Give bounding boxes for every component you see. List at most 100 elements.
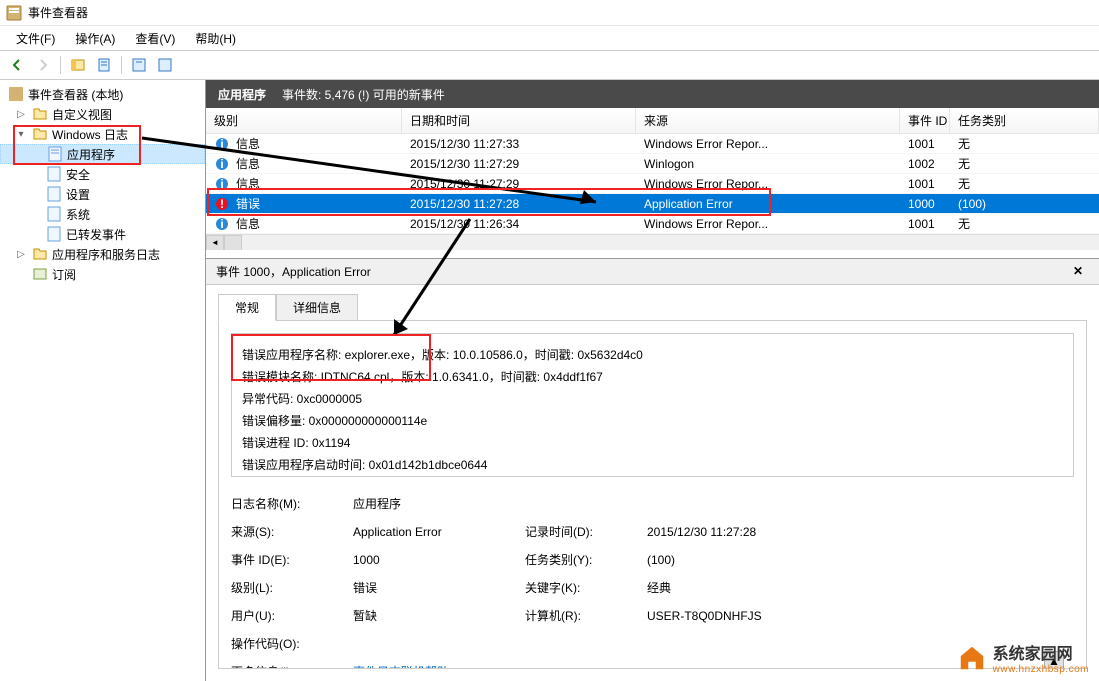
val-source: Application Error <box>353 521 513 543</box>
toolbar <box>0 50 1099 80</box>
menubar: 文件(F) 操作(A) 查看(V) 帮助(H) <box>0 26 1099 50</box>
events-grid: 级别 日期和时间 来源 事件 ID 任务类别 i信息2015/12/30 11:… <box>206 108 1099 250</box>
cell-datetime: 2015/12/30 11:27:28 <box>402 197 636 211</box>
tree-security[interactable]: 安全 <box>0 164 205 184</box>
cell-eventid: 1000 <box>900 197 950 211</box>
back-button[interactable] <box>6 54 28 76</box>
cell-datetime: 2015/12/30 11:27:29 <box>402 157 636 171</box>
cell-eventid: 1002 <box>900 157 950 171</box>
grid-body[interactable]: i信息2015/12/30 11:27:33Windows Error Repo… <box>206 134 1099 234</box>
refresh-button[interactable] <box>128 54 150 76</box>
log-icon <box>46 206 62 222</box>
eventviewer-icon <box>8 86 24 102</box>
table-row[interactable]: i信息2015/12/30 11:27:29Winlogon1002无 <box>206 154 1099 174</box>
collapse-icon[interactable]: ▾ <box>14 129 28 140</box>
forward-button[interactable] <box>32 54 54 76</box>
detail-title: 事件 1000，Application Error <box>216 263 371 280</box>
detail-tabs: 常规 详细信息 <box>206 285 1099 320</box>
tab-general[interactable]: 常规 <box>218 294 276 321</box>
menu-view[interactable]: 查看(V) <box>127 30 183 47</box>
tree-custom-views[interactable]: ▷ 自定义视图 <box>0 104 205 124</box>
lbl-keywords: 关键字(K): <box>525 577 635 599</box>
svg-text:i: i <box>220 177 223 191</box>
table-row[interactable]: i 信息 2015/12/30 11:27:33Windows Error Repo… <box>206 134 1099 154</box>
cell-source: Windows Error Repor... <box>636 217 900 231</box>
tree-setup[interactable]: 设置 <box>0 184 205 204</box>
lbl-level: 级别(L): <box>231 577 341 599</box>
expand-icon[interactable]: ▷ <box>14 109 28 120</box>
detail-header: 事件 1000，Application Error ✕ <box>206 259 1099 285</box>
menu-help[interactable]: 帮助(H) <box>187 30 244 47</box>
cell-source: Windows Error Repor... <box>636 137 900 151</box>
tree-root[interactable]: 事件查看器 (本地) <box>0 84 205 104</box>
menu-action[interactable]: 操作(A) <box>67 30 123 47</box>
cell-level: 信息 <box>236 215 260 232</box>
col-eventid[interactable]: 事件 ID <box>900 108 950 133</box>
show-hide-tree-button[interactable] <box>67 54 89 76</box>
col-datetime[interactable]: 日期和时间 <box>402 108 636 133</box>
val-keywords: 经典 <box>647 577 847 599</box>
menu-file[interactable]: 文件(F) <box>8 30 63 47</box>
close-icon[interactable]: ✕ <box>1073 264 1089 280</box>
cell-eventid: 1001 <box>900 177 950 191</box>
info-icon: i <box>214 216 230 232</box>
svg-text:i: i <box>220 157 223 171</box>
watermark-brand: 系统家园网 <box>993 640 1089 664</box>
lbl-logname: 日志名称(M): <box>231 493 341 515</box>
sidebar-tree[interactable]: 事件查看器 (本地) ▷ 自定义视图 ▾ Windows 日志 应用程序 安全 <box>0 80 206 681</box>
tab-details[interactable]: 详细信息 <box>276 294 358 321</box>
header-title: 应用程序 <box>218 86 266 103</box>
lbl-more: 更多信息(I): <box>231 661 341 669</box>
svg-text:i: i <box>220 217 223 231</box>
watermark-url: www.hnzxhbsp.com <box>993 664 1089 675</box>
folder-icon <box>32 106 48 122</box>
properties-button[interactable] <box>93 54 115 76</box>
col-level[interactable]: 级别 <box>206 108 402 133</box>
detail-description[interactable]: 错误应用程序名称: explorer.exe，版本: 10.0.10586.0，… <box>231 333 1074 477</box>
error-icon: ! <box>214 196 230 212</box>
cell-category: 无 <box>950 175 1099 192</box>
tree-application[interactable]: 应用程序 <box>0 144 205 164</box>
help-button[interactable] <box>154 54 176 76</box>
log-icon <box>46 186 62 202</box>
tree-system[interactable]: 系统 <box>0 204 205 224</box>
content-header: 应用程序 事件数: 5,476 (!) 可用的新事件 <box>206 80 1099 108</box>
cell-level: 信息 <box>236 135 260 152</box>
detail-pane: 事件 1000，Application Error ✕ 常规 详细信息 错误应用… <box>206 258 1099 681</box>
info-icon: i <box>214 136 230 152</box>
tree-subscriptions[interactable]: 订阅 <box>0 264 205 284</box>
cell-category: (100) <box>950 197 1099 211</box>
val-computer: USER-T8Q0DNHFJS <box>647 605 847 627</box>
svg-text:!: ! <box>220 197 224 211</box>
col-category[interactable]: 任务类别 <box>950 108 1099 133</box>
cell-datetime: 2015/12/30 11:27:29 <box>402 177 636 191</box>
cell-eventid: 1001 <box>900 137 950 151</box>
table-row[interactable]: !错误2015/12/30 11:27:28Application Error1… <box>206 194 1099 214</box>
lbl-eventid: 事件 ID(E): <box>231 549 341 571</box>
cell-eventid: 1001 <box>900 217 950 231</box>
lbl-category: 任务类别(Y): <box>525 549 635 571</box>
val-logname: 应用程序 <box>353 493 513 515</box>
log-icon <box>46 166 62 182</box>
val-category: (100) <box>647 549 847 571</box>
info-icon: i <box>214 156 230 172</box>
cell-datetime: 2015/12/30 11:27:33 <box>402 137 636 151</box>
cell-category: 无 <box>950 215 1099 232</box>
expand-icon[interactable]: ▷ <box>14 249 28 260</box>
col-source[interactable]: 来源 <box>636 108 900 133</box>
tree-forwarded[interactable]: 已转发事件 <box>0 224 205 244</box>
tree-app-services[interactable]: ▷ 应用程序和服务日志 <box>0 244 205 264</box>
horizontal-scrollbar[interactable] <box>206 234 1099 250</box>
tree-windows-logs[interactable]: ▾ Windows 日志 <box>0 124 205 144</box>
table-row[interactable]: i信息2015/12/30 11:26:34Windows Error Repo… <box>206 214 1099 234</box>
cell-category: 无 <box>950 135 1099 152</box>
val-opcode <box>353 633 513 655</box>
app-icon <box>6 5 22 21</box>
cell-source: Winlogon <box>636 157 900 171</box>
more-info-link[interactable]: 事件日志联机帮助 <box>353 665 449 669</box>
val-logged: 2015/12/30 11:27:28 <box>647 521 847 543</box>
cell-level: 信息 <box>236 175 260 192</box>
svg-text:i: i <box>220 137 223 151</box>
folder-icon <box>32 246 48 262</box>
table-row[interactable]: i信息2015/12/30 11:27:29Windows Error Repo… <box>206 174 1099 194</box>
